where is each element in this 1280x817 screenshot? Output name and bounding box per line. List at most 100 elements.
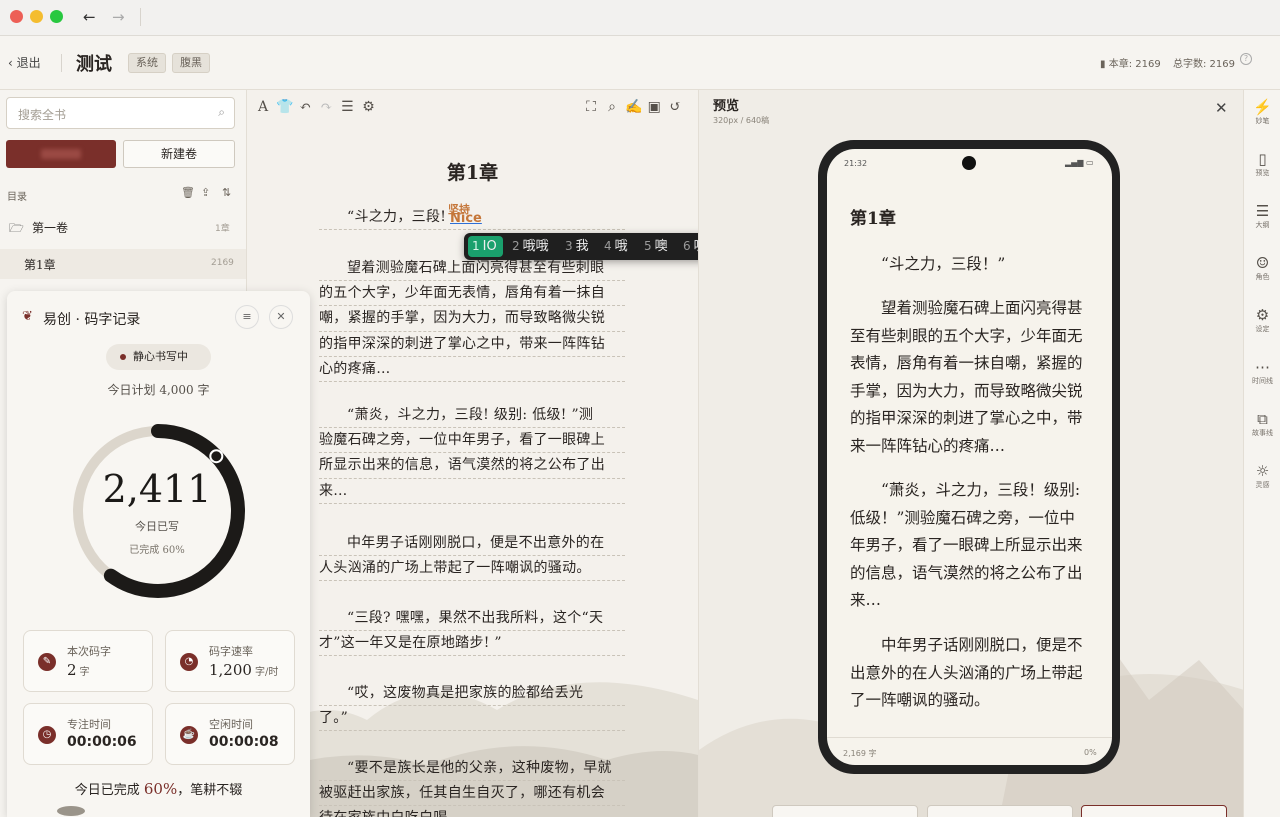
primary-action-button[interactable] bbox=[6, 140, 116, 168]
rail-item-storyline[interactable]: ⧉ 故事线 bbox=[1244, 410, 1280, 438]
timeline-icon: ⋯ bbox=[1255, 358, 1270, 376]
trash-icon[interactable]: 🗑 bbox=[181, 186, 195, 199]
rail-item-lightbulb[interactable]: ☼ 灵感 bbox=[1244, 462, 1280, 490]
cloud-decoration bbox=[57, 806, 85, 816]
indent-icon[interactable]: ☰ bbox=[339, 99, 355, 115]
candidate-number: 4 bbox=[604, 239, 612, 253]
search-input[interactable]: 搜索全书 ⌕ bbox=[6, 97, 235, 129]
ime-candidate[interactable]: 5噢 bbox=[644, 233, 668, 260]
clock-icon: ◷ bbox=[38, 726, 56, 744]
editor-paragraph[interactable]: “三段? 嘿嘿，果然不出我所料，这个“天 才”这一年又是在原地踏步! ” bbox=[319, 606, 625, 657]
gear-icon[interactable]: ⚙ bbox=[360, 99, 376, 115]
redo-icon[interactable]: ↷ bbox=[318, 99, 334, 115]
preview-mode-button-2[interactable] bbox=[927, 805, 1073, 817]
editor-line: 的指甲深深的刺进了掌心之中，带来一阵阵钻 bbox=[319, 332, 625, 357]
exit-button[interactable]: ‹ 退出 bbox=[8, 54, 41, 71]
sort-icon[interactable]: ⇅ bbox=[222, 186, 231, 199]
panel-title: 码字记录 bbox=[84, 312, 141, 328]
phone-time: 21:32 bbox=[844, 159, 868, 168]
editor-paragraph[interactable]: “要不是族长是他的父亲，这种废物，早就被驱赶出家族，任其自生自灭了，哪还有机会待… bbox=[319, 756, 625, 817]
undo-icon[interactable]: ↶ bbox=[297, 99, 313, 115]
editor-line: 人头汹涌的广场上带起了一阵嘲讽的骚动。 bbox=[319, 556, 625, 582]
editor-paragraph[interactable]: “哎，这废物真是把家族的脸都给丢光 了。” bbox=[319, 681, 625, 732]
progress-ring bbox=[71, 424, 245, 598]
maximize-window-button[interactable] bbox=[50, 10, 63, 23]
stat-value: 00:00:06 bbox=[67, 734, 137, 750]
font-icon[interactable]: A bbox=[255, 99, 271, 115]
preview-paragraph: “斗之力，三段！” bbox=[881, 255, 1006, 273]
ime-candidate[interactable]: 3我 bbox=[565, 233, 589, 260]
chapter-item[interactable]: 第1章 2169 bbox=[0, 249, 246, 279]
tag-system[interactable]: 系统 bbox=[128, 53, 166, 73]
rail-item-label: 大纲 bbox=[1255, 221, 1270, 229]
tag-fuhei[interactable]: 腹黑 bbox=[172, 53, 210, 73]
help-icon[interactable]: ? bbox=[1240, 53, 1252, 65]
footer-percent: 60% bbox=[143, 780, 178, 798]
minimize-window-button[interactable] bbox=[30, 10, 43, 23]
candidate-text: 哦 bbox=[614, 239, 628, 254]
exit-label: 退出 bbox=[16, 56, 41, 70]
editor-line: “萧炎，斗之力，三段! 级别: 低级! ”测 bbox=[319, 403, 625, 429]
theme-shirt-icon[interactable]: 👕 bbox=[276, 99, 293, 115]
candidate-number: 5 bbox=[644, 239, 652, 253]
editor-paragraph[interactable]: 望着测验魔石碑上面闪亮得甚至有些刺眼 的五个大字，少年面无表情，唇角有着一抹自 嘲，… bbox=[319, 256, 625, 382]
fullscreen-icon[interactable]: ⛶ bbox=[583, 99, 599, 115]
ime-candidate[interactable]: 2 哦哦 bbox=[512, 233, 549, 260]
editor-line: 中年男子话刚刚脱口，便是不出意外的在 bbox=[319, 531, 625, 557]
rail-item-gear[interactable]: ⚙ 设定 bbox=[1244, 306, 1280, 334]
editor-line: 所显示出来的信息，语气漠然的将之公布了出 bbox=[319, 453, 625, 479]
editor-paragraph[interactable]: “斗之力，三段! bbox=[319, 205, 625, 231]
image-icon[interactable]: ▣ bbox=[646, 99, 662, 115]
stats-panel-title: 易创 · 码字记录 bbox=[43, 312, 141, 328]
arrow-right-icon[interactable]: → bbox=[112, 8, 125, 26]
search-icon[interactable]: ⌕ bbox=[218, 105, 225, 120]
search-icon[interactable]: ⌕ bbox=[604, 99, 620, 115]
arrow-left-icon[interactable]: ← bbox=[83, 8, 96, 26]
new-volume-button[interactable]: 新建卷 bbox=[123, 140, 235, 168]
rail-item-people[interactable]: ☺ 角色 bbox=[1244, 254, 1280, 282]
editor-line: “斗之力，三段! bbox=[319, 205, 625, 231]
progress-marker bbox=[209, 449, 224, 464]
signature-icon[interactable]: ✍ bbox=[625, 99, 642, 115]
stat-value: 1,200 字/时 bbox=[209, 661, 278, 679]
candidate-number: 3 bbox=[565, 239, 573, 253]
storyline-icon: ⧉ bbox=[1257, 410, 1268, 428]
editor-paragraph[interactable]: “萧炎，斗之力，三段! 级别: 低级! ”测 验魔石碑之旁，一位中年男子，看了一眼… bbox=[319, 403, 625, 504]
rail-item-phone[interactable]: ▯ 预览 bbox=[1244, 150, 1280, 178]
signal-battery-icon: ▂▄▆ ▭ bbox=[1065, 158, 1094, 167]
editor-pane: A 👕 ↶ ↷ ☰ ⚙ ⛶ ⌕ ✍ ▣ ↺ 第1章 坚持 Nice “斗之力，三… bbox=[247, 90, 698, 817]
editor-line: “三段? 嘿嘿，果然不出我所料，这个“天 bbox=[319, 606, 625, 632]
gear-icon: ⚙ bbox=[1255, 306, 1270, 324]
editor-paragraph[interactable]: 中年男子话刚刚脱口，便是不出意外的在 人头汹涌的广场上带起了一阵嘲讽的骚动。 bbox=[319, 531, 625, 582]
editor-line: 的五个大字，少年面无表情，唇角有着一抹自 bbox=[319, 281, 625, 307]
upload-icon[interactable]: ⇪ bbox=[201, 186, 210, 199]
preview-mode-button-1[interactable] bbox=[772, 805, 918, 817]
rail-item-timeline[interactable]: ⋯ 时间线 bbox=[1244, 358, 1280, 386]
book-title: 测试 bbox=[76, 54, 112, 75]
candidate-text: 噢 bbox=[654, 239, 668, 254]
editor-line: 被驱赶出家族，任其自生自灭了，哪还有机会 bbox=[319, 781, 625, 807]
rail-item-label: 妙笔 bbox=[1255, 117, 1270, 125]
rail-item-list[interactable]: ☰ 大纲 bbox=[1244, 202, 1280, 230]
ime-candidate[interactable]: 4哦 bbox=[604, 233, 628, 260]
volume-item[interactable]: 🗁 第一卷 1章 bbox=[0, 214, 246, 240]
ime-candidate[interactable]: 1 IO bbox=[472, 233, 497, 260]
preview-paragraph: 中年男子话刚刚脱口，便是不出意外的在人头汹涌的广场上带起了一阵嘲讽的骚动。 bbox=[850, 636, 1083, 709]
footer-prefix: 今日已完成 bbox=[74, 783, 140, 798]
coffee-icon: ☕ bbox=[180, 726, 198, 744]
editor-line: 来… bbox=[319, 479, 625, 504]
history-icon[interactable]: ↺ bbox=[667, 99, 683, 115]
editor-line: 了。” bbox=[319, 706, 625, 732]
editor-line: 验魔石碑之旁，一位中年男子，看了一眼碑上 bbox=[319, 428, 625, 454]
daily-plan: 今日计划 4,000 字 bbox=[107, 383, 210, 397]
today-word-count: 2,411 bbox=[102, 467, 212, 511]
close-icon[interactable]: ✕ bbox=[1215, 99, 1228, 117]
rail-item-magic-wand[interactable]: ⚡ 妙笔 bbox=[1244, 98, 1280, 126]
status-badge: 静心书写中 bbox=[106, 344, 211, 370]
stat-card-idle-time: ☕ 空闲时间 00:00:08 bbox=[165, 703, 295, 765]
settings-sliders-icon[interactable]: ≡ bbox=[235, 305, 259, 329]
footer-suffix: ，笔耕不辍 bbox=[177, 783, 243, 798]
preview-mode-button-3[interactable] bbox=[1081, 805, 1227, 817]
close-icon[interactable]: ✕ bbox=[269, 305, 293, 329]
close-window-button[interactable] bbox=[10, 10, 23, 23]
